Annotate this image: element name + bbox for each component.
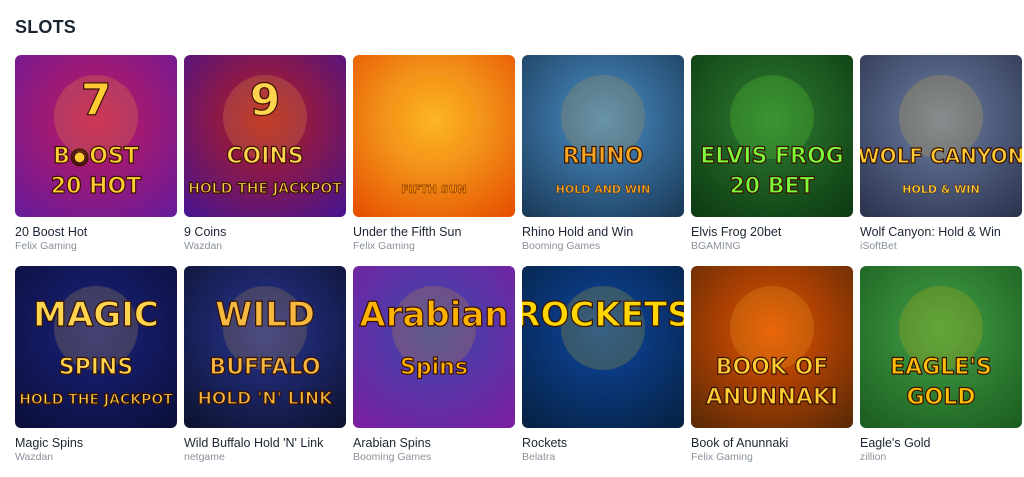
- game-thumbnail[interactable]: EAGLE'S GOLD: [860, 266, 1022, 428]
- game-provider: Belatra: [522, 451, 556, 463]
- game-artwork: WILD BUFFALO HOLD 'N' LINK: [184, 266, 346, 428]
- artwork-logo-text: WILD: [215, 295, 315, 335]
- game-card[interactable]: 7 B◉OST 20 HOT 20 Boost Hot Felix Gaming: [15, 55, 177, 266]
- game-card[interactable]: WOLF CANYON HOLD & WIN Wolf Canyon: Hold …: [860, 55, 1022, 266]
- game-name[interactable]: Elvis Frog 20bet: [691, 225, 853, 239]
- game-provider: Felix Gaming: [691, 451, 753, 463]
- game-name[interactable]: Rockets: [522, 436, 684, 450]
- game-thumbnail[interactable]: ROCKETS: [522, 266, 684, 428]
- game-provider: zillion: [860, 451, 887, 463]
- game-thumbnail[interactable]: WILD BUFFALO HOLD 'N' LINK: [184, 266, 346, 428]
- game-artwork: WOLF CANYON HOLD & WIN: [860, 55, 1022, 217]
- game-artwork: Arabian Spins: [353, 266, 515, 428]
- game-name[interactable]: 20 Boost Hot: [15, 225, 177, 239]
- game-provider: Wazdan: [15, 451, 54, 463]
- game-artwork: 9 COINS HOLD THE JACKPOT: [184, 55, 346, 217]
- artwork-logo-text: BOOK OF: [716, 355, 829, 380]
- artwork-logo-text: HOLD & WIN: [902, 183, 979, 196]
- game-thumbnail[interactable]: BOOK OF ANUNNAKI: [691, 266, 853, 428]
- game-thumbnail[interactable]: ELVIS FROG 20 BET: [691, 55, 853, 217]
- game-name[interactable]: Wolf Canyon: Hold & Win: [860, 225, 1022, 239]
- slots-grid: 7 B◉OST 20 HOT 20 Boost Hot Felix Gaming 9…: [15, 55, 1022, 477]
- game-card[interactable]: ROCKETS Rockets Belatra: [522, 266, 684, 477]
- artwork-logo-text: 9: [250, 75, 281, 126]
- game-thumbnail[interactable]: 7 B◉OST 20 HOT: [15, 55, 177, 217]
- game-card[interactable]: WILD BUFFALO HOLD 'N' LINK Wild Buffalo Ho…: [184, 266, 346, 477]
- game-provider: Wazdan: [184, 240, 223, 252]
- game-provider: Felix Gaming: [353, 240, 415, 252]
- game-provider: iSoftBet: [860, 240, 897, 252]
- artwork-logo-text: 20 HOT: [51, 174, 141, 199]
- game-card[interactable]: EAGLE'S GOLD Eagle's Gold zillion: [860, 266, 1022, 477]
- game-provider: Booming Games: [522, 240, 601, 252]
- artwork-logo-text: Spins: [400, 355, 468, 380]
- game-provider: BGAMING: [691, 240, 741, 252]
- artwork-logo-text: HOLD 'N' LINK: [198, 389, 333, 409]
- game-thumbnail[interactable]: MAGIC SPINS HOLD THE JACKPOT: [15, 266, 177, 428]
- artwork-logo-text: FIFTH SUN: [401, 183, 467, 196]
- artwork-glow: [392, 75, 476, 159]
- game-card[interactable]: FIFTH SUN Under the Fifth Sun Felix Gami…: [353, 55, 515, 266]
- artwork-logo-text: B◉OST: [53, 144, 139, 169]
- artwork-logo-text: EAGLE'S: [890, 355, 992, 380]
- artwork-logo-text: HOLD AND WIN: [556, 183, 651, 196]
- game-artwork: 7 B◉OST 20 HOT: [15, 55, 177, 217]
- artwork-logo-text: COINS: [226, 144, 303, 169]
- game-provider: Felix Gaming: [15, 240, 77, 252]
- game-thumbnail[interactable]: WOLF CANYON HOLD & WIN: [860, 55, 1022, 217]
- game-artwork: ELVIS FROG 20 BET: [691, 55, 853, 217]
- game-name[interactable]: 9 Coins: [184, 225, 346, 239]
- game-artwork: MAGIC SPINS HOLD THE JACKPOT: [15, 266, 177, 428]
- game-thumbnail[interactable]: FIFTH SUN: [353, 55, 515, 217]
- game-card[interactable]: BOOK OF ANUNNAKI Book of Anunnaki Felix G…: [691, 266, 853, 477]
- game-name[interactable]: Wild Buffalo Hold 'N' Link: [184, 436, 346, 450]
- game-card[interactable]: MAGIC SPINS HOLD THE JACKPOT Magic Spins W…: [15, 266, 177, 477]
- game-provider: netgame: [184, 451, 225, 463]
- game-name[interactable]: Rhino Hold and Win: [522, 225, 684, 239]
- artwork-logo-text: Arabian: [359, 295, 508, 335]
- artwork-logo-text: RHINO: [563, 144, 644, 169]
- game-name[interactable]: Magic Spins: [15, 436, 177, 450]
- game-card[interactable]: Arabian Spins Arabian Spins Booming Games: [353, 266, 515, 477]
- artwork-logo-text: SPINS: [59, 355, 133, 380]
- artwork-logo-text: ELVIS FROG: [700, 144, 843, 169]
- game-artwork: ROCKETS: [522, 266, 684, 428]
- artwork-logo-text: 7: [81, 75, 112, 126]
- game-artwork: RHINO HOLD AND WIN: [522, 55, 684, 217]
- artwork-logo-text: ANUNNAKI: [706, 385, 838, 410]
- game-card[interactable]: 9 COINS HOLD THE JACKPOT 9 Coins Wazdan: [184, 55, 346, 266]
- game-name[interactable]: Book of Anunnaki: [691, 436, 853, 450]
- artwork-logo-text: BUFFALO: [209, 355, 320, 380]
- game-thumbnail[interactable]: RHINO HOLD AND WIN: [522, 55, 684, 217]
- game-name[interactable]: Arabian Spins: [353, 436, 515, 450]
- artwork-logo-text: MAGIC: [33, 295, 159, 335]
- game-name[interactable]: Under the Fifth Sun: [353, 225, 515, 239]
- game-provider: Booming Games: [353, 451, 432, 463]
- artwork-logo-text: 20 BET: [729, 174, 814, 199]
- artwork-logo-text: HOLD THE JACKPOT: [188, 181, 342, 197]
- game-artwork: BOOK OF ANUNNAKI: [691, 266, 853, 428]
- game-thumbnail[interactable]: 9 COINS HOLD THE JACKPOT: [184, 55, 346, 217]
- game-thumbnail[interactable]: Arabian Spins: [353, 266, 515, 428]
- artwork-logo-text: ROCKETS: [522, 295, 684, 335]
- artwork-logo-text: WOLF CANYON: [860, 144, 1022, 168]
- game-artwork: EAGLE'S GOLD: [860, 266, 1022, 428]
- game-card[interactable]: ELVIS FROG 20 BET Elvis Frog 20bet BGAMIN…: [691, 55, 853, 266]
- artwork-logo-text: GOLD: [906, 385, 975, 410]
- section-title: SLOTS: [15, 17, 77, 37]
- game-artwork: FIFTH SUN: [353, 55, 515, 217]
- game-card[interactable]: RHINO HOLD AND WIN Rhino Hold and Win Boo…: [522, 55, 684, 266]
- artwork-logo-text: HOLD THE JACKPOT: [19, 392, 173, 408]
- game-name[interactable]: Eagle's Gold: [860, 436, 1022, 450]
